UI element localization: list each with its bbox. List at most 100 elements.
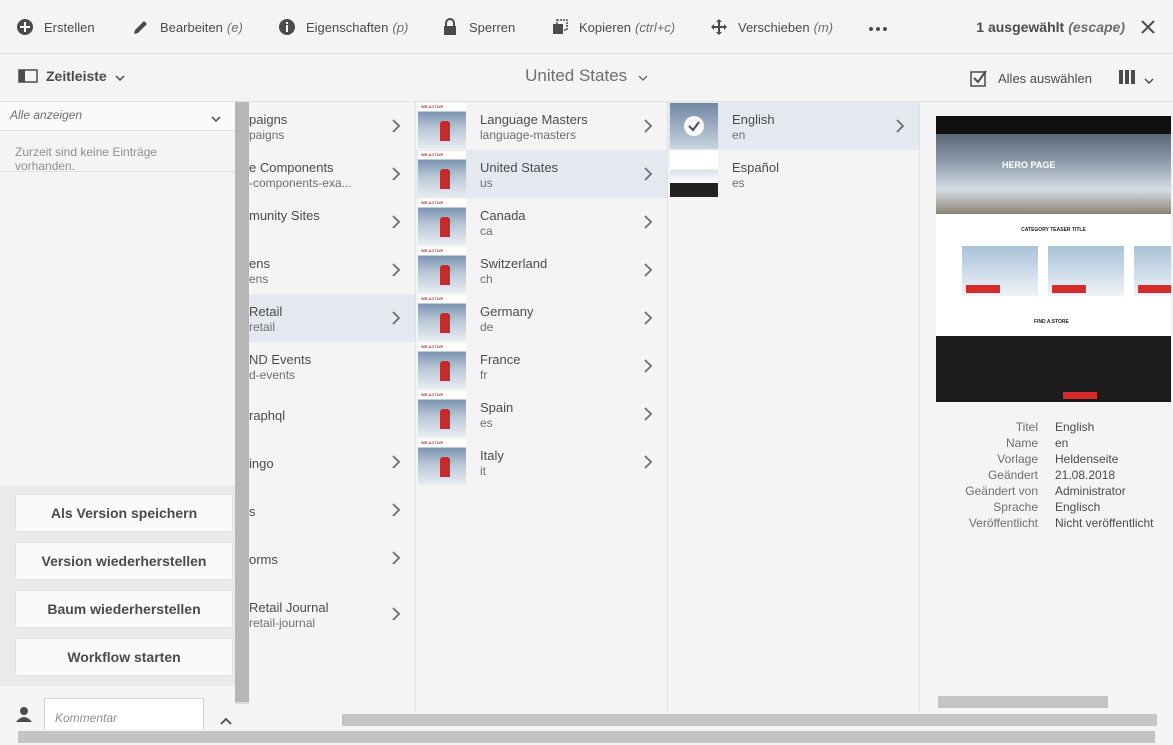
copy-label: Kopieren — [579, 19, 632, 35]
chevron-right-icon — [644, 167, 653, 181]
restore-tree-button[interactable]: Baum wiederherstellen — [15, 590, 233, 628]
page-scrollbar-thumb[interactable] — [18, 731, 1155, 743]
properties-label: Eigenschaften — [306, 19, 389, 35]
properties-shortcut: (p) — [392, 19, 409, 35]
item-title: Canada — [480, 208, 526, 223]
list-item[interactable]: WE.ACTIVE Canada ca — [416, 198, 667, 246]
thumbnail-logo: WE.ACTIVE — [421, 440, 444, 445]
close-selection-button[interactable] — [1139, 18, 1157, 36]
checkmark-circle-icon — [684, 116, 704, 136]
timeline-filter-select[interactable]: Alle anzeigen — [0, 102, 235, 131]
column-view-icon — [1118, 69, 1136, 90]
item-name: language-masters — [480, 128, 577, 142]
meta-key: Sprache — [993, 500, 1038, 514]
item-title: Language Masters — [480, 112, 588, 127]
list-item[interactable]: ND Events d-events — [249, 342, 415, 390]
thumbnail-logo: WE.ACTIVE — [421, 152, 444, 157]
preview-hero-title: HERO PAGE — [1002, 160, 1056, 170]
selection-count: 1 ausgewählt — [976, 19, 1065, 35]
list-item[interactable]: e Components -components-exa... — [249, 150, 415, 198]
meta-value: Heldenseite — [1055, 452, 1119, 466]
item-name: retail-journal — [249, 616, 316, 630]
item-name: ens — [249, 272, 269, 286]
meta-value: English — [1055, 420, 1095, 434]
chevron-up-icon[interactable] — [220, 712, 232, 730]
timeline-rail: Alle anzeigen Zurzeit sind keine Einträg… — [0, 102, 235, 745]
list-item[interactable]: munity Sites — [249, 198, 415, 246]
meta-row: Geändert 21.08.2018 — [920, 468, 1173, 484]
item-title: Retail Journal — [249, 600, 329, 615]
list-item[interactable]: Retail retail — [249, 294, 415, 342]
list-item[interactable]: ens ens — [249, 246, 415, 294]
start-workflow-button[interactable]: Workflow starten — [15, 638, 233, 676]
preview-scrollbar-thumb[interactable] — [938, 696, 1108, 708]
more-dots-icon — [868, 20, 888, 35]
item-name: fr — [480, 368, 488, 382]
page-scrollbar[interactable] — [0, 729, 1173, 745]
select-all-button[interactable]: Alles auswählen — [970, 69, 1092, 87]
list-item[interactable]: raphql — [249, 390, 415, 438]
meta-value: Englisch — [1055, 500, 1101, 514]
copy-shortcut: (ctrl+c) — [635, 19, 676, 35]
list-item[interactable]: Español es — [668, 150, 919, 198]
restore-version-button[interactable]: Version wiederherstellen — [15, 542, 233, 580]
list-item[interactable]: WE.ACTIVE United States us — [416, 150, 667, 198]
list-item[interactable]: WE.ACTIVE Language Masters language-master… — [416, 102, 667, 150]
pencil-icon — [132, 18, 150, 36]
chevron-right-icon — [392, 455, 401, 469]
list-item[interactable]: orms — [249, 534, 415, 582]
more-button[interactable] — [868, 0, 888, 54]
chevron-right-icon — [392, 167, 401, 181]
list-item[interactable]: Retail Journal retail-journal — [249, 582, 415, 630]
meta-key: Veröffentlicht — [968, 516, 1038, 530]
list-item[interactable]: s — [249, 486, 415, 534]
list-item[interactable]: WE.ACTIVE Spain es — [416, 390, 667, 438]
move-arrows-icon — [710, 18, 728, 36]
move-button[interactable]: Verschieben (m) — [710, 0, 833, 54]
meta-key: Name — [1005, 436, 1038, 450]
chevron-down-icon — [1144, 71, 1154, 89]
column-countries: WE.ACTIVE Language Masters language-master… — [416, 102, 668, 712]
rail-scrollbar-thumb[interactable] — [235, 102, 249, 702]
meta-value: en — [1055, 436, 1069, 450]
chevron-right-icon — [392, 215, 401, 229]
preview-category-title: CATEGORY TEASER TITLE — [1021, 227, 1086, 233]
columns-scrollbar-thumb[interactable] — [342, 714, 1157, 726]
chevron-right-icon — [644, 359, 653, 373]
selection-shortcut: (escape) — [1068, 19, 1125, 35]
save-version-button[interactable]: Als Version speichern — [15, 494, 233, 532]
content-header: Zeitleiste United States Alles auswählen — [0, 54, 1173, 102]
create-button[interactable]: Erstellen — [16, 0, 95, 54]
page-metadata: Titel English Name en Vorlage Heldenseite G… — [920, 420, 1173, 532]
list-item[interactable]: WE.ACTIVE Switzerland ch — [416, 246, 667, 294]
list-item[interactable]: paigns paigns — [249, 102, 415, 150]
columns-scrollbar[interactable] — [250, 712, 1173, 728]
item-name: -components-exa... — [249, 176, 352, 190]
lock-button[interactable]: Sperren — [441, 0, 515, 54]
move-shortcut: (m) — [813, 19, 834, 35]
column-languages: English en Español es — [668, 102, 920, 712]
lock-label: Sperren — [469, 19, 516, 35]
item-title: Italy — [480, 448, 504, 463]
item-title: Español — [732, 160, 779, 175]
thumbnail-logo: WE.ACTIVE — [421, 248, 444, 253]
rail-scrollbar[interactable] — [235, 102, 249, 704]
item-name: d-events — [249, 368, 296, 382]
list-item[interactable]: WE.ACTIVE Italy it — [416, 438, 667, 486]
meta-value: 21.08.2018 — [1055, 468, 1116, 482]
edit-button[interactable]: Bearbeiten (e) — [132, 0, 243, 54]
chevron-right-icon — [644, 215, 653, 229]
plus-circle-icon — [16, 18, 34, 36]
item-title: ens — [249, 256, 270, 271]
properties-button[interactable]: Eigenschaften (p) — [278, 0, 408, 54]
preview-scrollbar[interactable] — [920, 694, 1173, 710]
thumbnail-logo: WE.ACTIVE — [421, 296, 444, 301]
copy-button[interactable]: Kopieren (ctrl+c) — [551, 0, 675, 54]
item-title: paigns — [249, 112, 288, 127]
view-switcher[interactable] — [1118, 69, 1154, 90]
list-item[interactable]: WE.ACTIVE France fr — [416, 342, 667, 390]
list-item[interactable]: WE.ACTIVE Germany de — [416, 294, 667, 342]
list-item[interactable]: ingo — [249, 438, 415, 486]
list-item[interactable]: English en — [668, 102, 919, 150]
item-title: raphql — [249, 408, 286, 423]
